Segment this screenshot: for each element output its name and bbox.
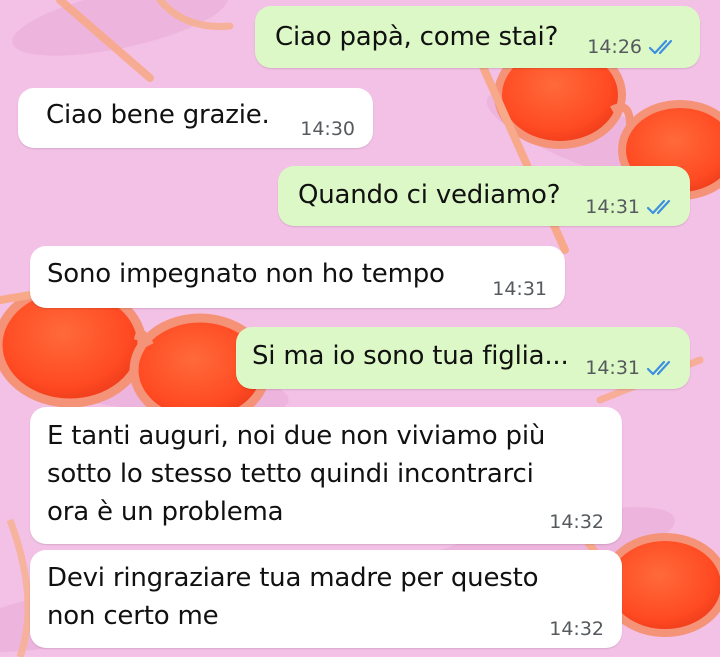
message-text: Ciao bene grazie. [46,100,270,130]
message-meta: 14:30 [300,118,355,140]
message-bubble-sent[interactable]: Si ma io sono tua figlia... 14:31 [236,327,690,389]
message-bubble-sent[interactable]: Ciao papà, come stai? 14:26 [255,6,700,68]
message-time: 14:31 [585,196,640,218]
double-check-icon [646,360,671,376]
message-text: Si ma io sono tua figlia... [252,341,569,371]
message-meta: 14:32 [549,511,604,533]
message-text: Sono impegnato non ho tempo [47,259,445,289]
message-time: 14:30 [300,118,355,140]
double-check-icon [648,39,673,55]
message-time: 14:26 [587,36,642,58]
message-text: E tanti auguri, noi due non viviamo più … [47,421,546,527]
message-meta: 14:26 [587,36,678,58]
message-time: 14:32 [549,511,604,533]
message-bubble-received[interactable]: Ciao bene grazie. 14:30 [18,88,373,148]
message-meta: 14:31 [585,196,676,218]
message-bubble-received[interactable]: Devi ringraziare tua madre per questo no… [30,550,622,648]
message-time: 14:32 [549,618,604,640]
message-text: Devi ringraziare tua madre per questo no… [47,563,539,631]
message-time: 14:31 [492,278,547,300]
message-meta: 14:32 [549,618,604,640]
message-text: Ciao papà, come stai? [275,22,559,52]
message-bubble-received[interactable]: Sono impegnato non ho tempo 14:31 [30,246,565,308]
message-text: Quando ci vediamo? [298,180,561,210]
double-check-icon [646,199,671,215]
message-bubble-received[interactable]: E tanti auguri, noi due non viviamo più … [30,407,622,544]
message-time: 14:31 [585,357,640,379]
message-meta: 14:31 [585,357,676,379]
message-bubble-sent[interactable]: Quando ci vediamo? 14:31 [278,166,690,226]
message-meta: 14:31 [492,278,547,300]
